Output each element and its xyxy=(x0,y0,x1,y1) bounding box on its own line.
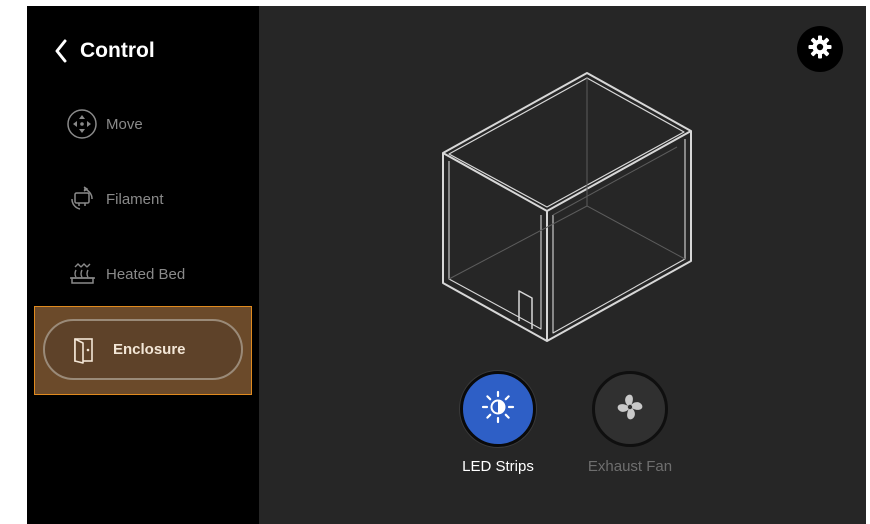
sidebar-item-label: Heated Bed xyxy=(106,265,186,283)
back-button[interactable]: Control xyxy=(54,36,155,66)
sidebar-item-label: Filament xyxy=(106,190,164,208)
sidebar-item-heated-bed[interactable]: Heated Bed xyxy=(35,244,243,304)
exhaust-fan-button[interactable] xyxy=(592,371,668,447)
chevron-left-icon xyxy=(54,39,68,63)
settings-button[interactable] xyxy=(797,26,843,72)
sidebar-item-filament[interactable]: Filament xyxy=(35,169,243,229)
led-strips-label: LED Strips xyxy=(462,458,534,475)
control-screen: Control Move Filament Heated Bed Enclosu… xyxy=(27,6,866,524)
gear-icon xyxy=(807,34,833,65)
sidebar-item-move[interactable]: Move xyxy=(35,94,243,154)
sidebar-item-enclosure-highlight: Enclosure xyxy=(34,306,252,395)
sidebar-item-label: Move xyxy=(106,115,143,133)
filament-icon xyxy=(66,183,98,215)
brightness-icon xyxy=(480,389,516,430)
page-title: Control xyxy=(80,39,155,62)
fan-icon xyxy=(613,390,647,429)
door-icon xyxy=(67,334,99,366)
heated-bed-icon xyxy=(66,258,98,290)
led-strips-button[interactable] xyxy=(460,371,536,447)
sidebar: Control Move Filament Heated Bed Enclosu… xyxy=(27,6,259,524)
move-arrows-icon xyxy=(66,108,98,140)
sidebar-item-label: Enclosure xyxy=(113,341,186,358)
exhaust-fan-label: Exhaust Fan xyxy=(587,458,673,475)
sidebar-item-enclosure[interactable]: Enclosure xyxy=(43,319,243,380)
enclosure-illustration xyxy=(437,71,697,351)
